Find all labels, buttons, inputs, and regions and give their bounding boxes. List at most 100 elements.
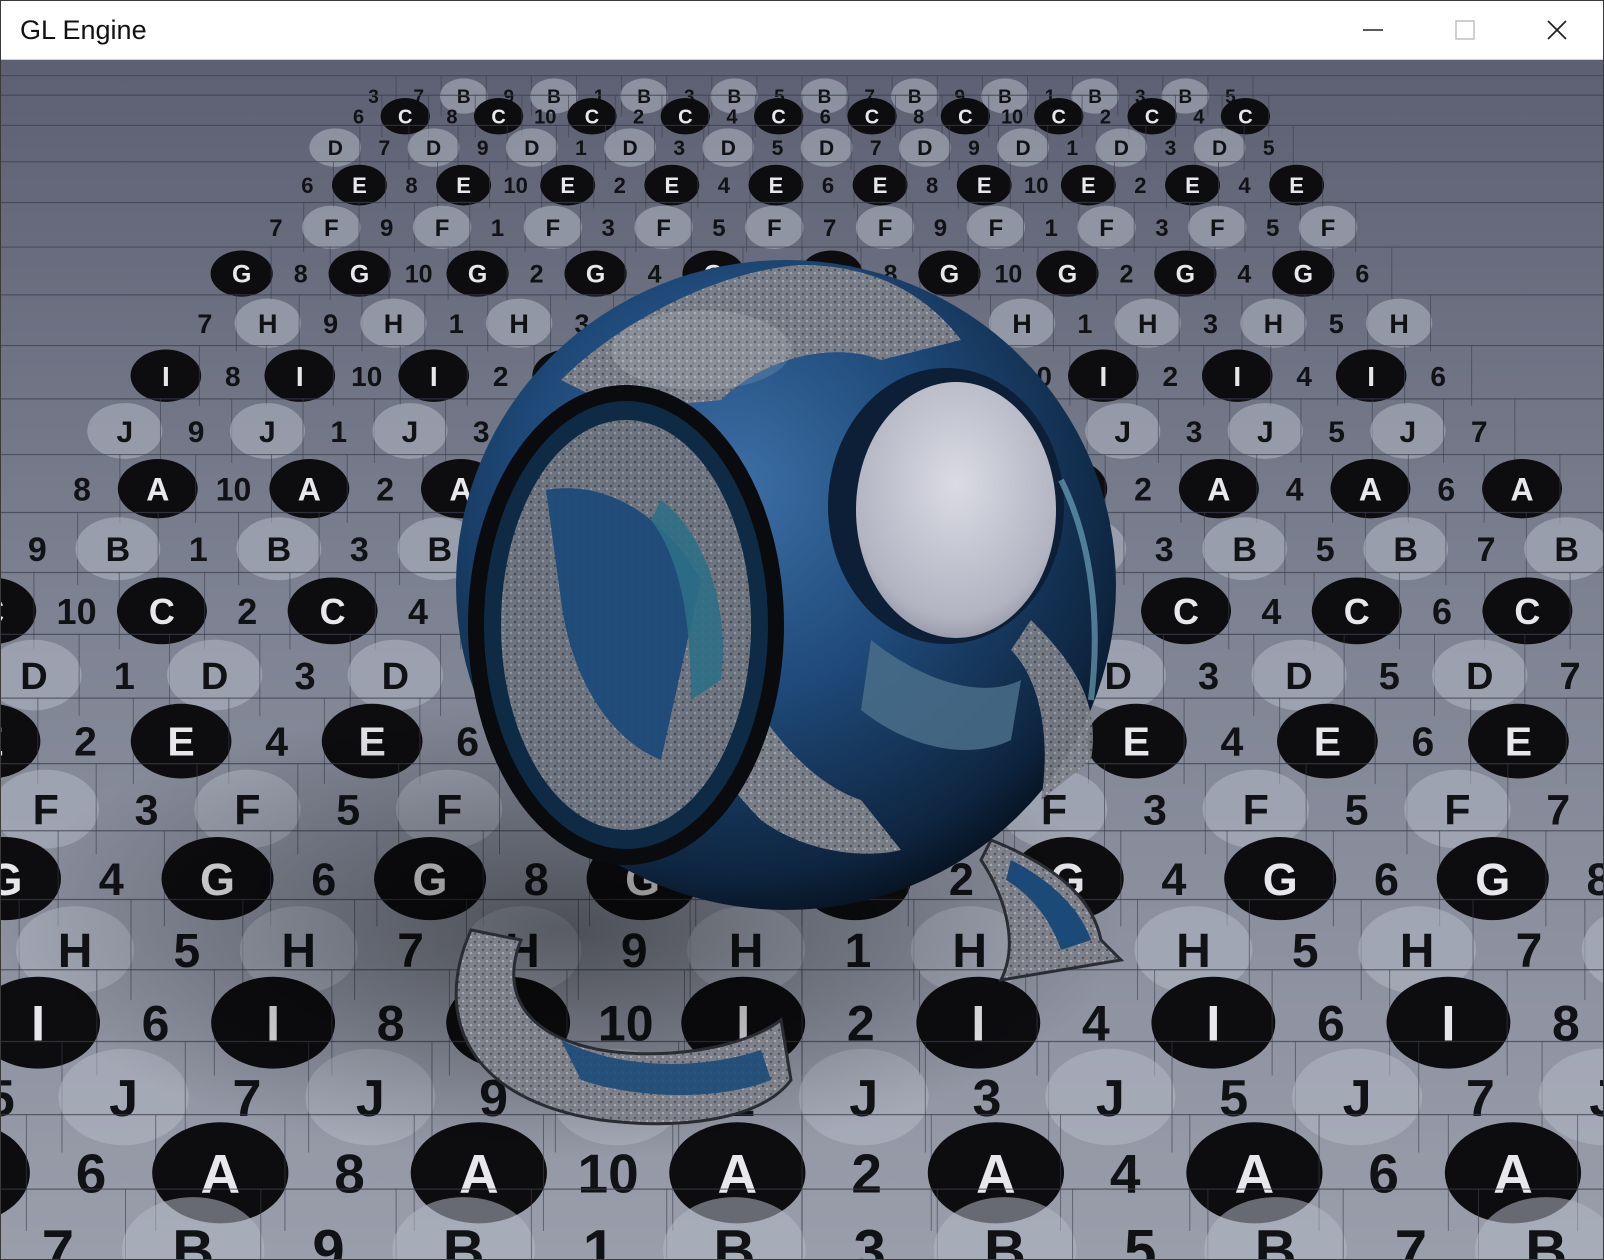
grid-label: C	[1, 591, 4, 632]
grid-label: 6	[1317, 996, 1345, 1052]
grid-label: B	[106, 531, 131, 569]
grid-label: 6	[1437, 471, 1455, 507]
grid-label: 3	[1198, 656, 1219, 698]
grid-label: 5	[1, 1070, 15, 1128]
grid-label: 10	[57, 591, 97, 632]
grid-label: F	[767, 215, 782, 242]
render-viewport[interactable]: 3 7 B 9 B 1 B 3 B 5 B 7 B 9 B 1 B 3 B 5 6 C 8 C 10 C 2 C 4 C 6 C 8 C 10 C 2 C…	[1, 60, 1603, 1259]
grid-label: 7	[1466, 1070, 1495, 1128]
grid-label: 3	[1203, 309, 1218, 339]
grid-label: 2	[74, 719, 97, 765]
grid-label: 8	[405, 173, 417, 198]
grid-label: 7	[197, 309, 212, 339]
grid-label: 3	[1186, 416, 1203, 449]
grid-label: 6	[822, 173, 834, 198]
grid-label: D	[524, 137, 539, 160]
grid-label: 1	[449, 309, 464, 339]
title-bar[interactable]: GL Engine	[1, 1, 1603, 60]
grid-label: 8	[926, 173, 938, 198]
grid-label: 7	[1559, 656, 1580, 698]
grid-label: B	[1525, 1219, 1567, 1259]
grid-label: F	[1243, 786, 1269, 834]
grid-label: 3	[602, 215, 615, 242]
grid-label: 6	[1412, 719, 1435, 765]
grid-label: C	[1344, 591, 1370, 632]
grid-label: E	[1123, 719, 1150, 765]
grid-label: J	[1096, 1070, 1125, 1128]
grid-label: 8	[225, 361, 241, 392]
grid-label: 5	[1345, 786, 1369, 834]
grid-label: B	[1255, 1219, 1297, 1259]
grid-label: E	[1314, 719, 1341, 765]
grid-label: D	[382, 656, 409, 698]
maximize-icon	[1455, 20, 1475, 40]
grid-label: 7	[870, 137, 882, 160]
grid-label: 1	[1044, 215, 1057, 242]
grid-label: 5	[1379, 656, 1400, 698]
grid-label: 9	[312, 1219, 344, 1259]
grid-label: J	[259, 416, 276, 449]
grid-label: 4	[718, 173, 731, 198]
grid-label: C	[1514, 591, 1540, 632]
minimize-button[interactable]	[1327, 1, 1419, 59]
grid-label: 9	[188, 416, 205, 449]
grid-label: 6	[301, 173, 313, 198]
grid-label: 2	[1134, 471, 1152, 507]
grid-label: C	[149, 591, 175, 632]
grid-label: F	[1210, 215, 1225, 242]
grid-label: A	[718, 1143, 758, 1205]
grid-label: G	[1176, 261, 1195, 289]
grid-label: G	[1294, 261, 1313, 289]
grid-label: H	[1138, 309, 1158, 339]
grid-label: F	[435, 215, 450, 242]
grid-label: 3	[1155, 215, 1168, 242]
grid-label: I	[162, 361, 170, 392]
glass-inset	[856, 382, 1056, 638]
grid-label: I	[1233, 361, 1241, 392]
grid-label: B	[172, 1219, 214, 1259]
grid-label: F	[33, 786, 59, 834]
grid-label: 8	[334, 1143, 365, 1205]
grid-label: F	[1099, 215, 1114, 242]
grid-label: B	[998, 87, 1012, 108]
grid-label: D	[20, 656, 47, 698]
grid-label: F	[1321, 215, 1336, 242]
grid-label: 1	[491, 215, 504, 242]
grid-label: J	[402, 416, 419, 449]
grid-label: A	[1359, 471, 1382, 507]
grid-label: E	[352, 173, 367, 198]
grid-label: B	[727, 87, 741, 108]
grid-label: 4	[1296, 361, 1312, 392]
grid-label: 10	[351, 361, 382, 392]
close-button[interactable]	[1511, 1, 1603, 59]
material-sphere	[456, 260, 1116, 910]
grid-label: D	[1212, 137, 1227, 160]
grid-label: 5	[772, 137, 784, 160]
grid-label: 1	[1077, 309, 1092, 339]
grid-label: E	[1185, 173, 1200, 198]
grid-label: 7	[1477, 531, 1496, 569]
grid-label: H	[384, 309, 404, 339]
grid-label: J	[1114, 416, 1131, 449]
grid-label: D	[721, 137, 736, 160]
grid-label: B	[818, 87, 832, 108]
grid-label: E	[873, 173, 888, 198]
grid-label: 9	[380, 215, 393, 242]
grid-label: B	[908, 87, 922, 108]
grid-label: J	[116, 416, 133, 449]
grid-label: 5	[1124, 1219, 1156, 1259]
grid-label: G	[1475, 854, 1510, 905]
grid-label: 1	[189, 531, 208, 569]
grid-label: D	[328, 137, 343, 160]
minimize-icon	[1363, 29, 1383, 31]
grid-label: 4	[648, 261, 662, 289]
grid-label: 6	[1368, 1143, 1399, 1205]
grid-label: 3	[350, 531, 369, 569]
grid-label: 5	[1266, 215, 1279, 242]
grid-label: 5	[1328, 416, 1345, 449]
grid-label: 7	[269, 215, 282, 242]
grid-label: 8	[1587, 854, 1603, 905]
grid-label: 4	[1161, 854, 1186, 905]
grid-label: B	[1178, 87, 1192, 108]
maximize-button[interactable]	[1419, 1, 1511, 59]
